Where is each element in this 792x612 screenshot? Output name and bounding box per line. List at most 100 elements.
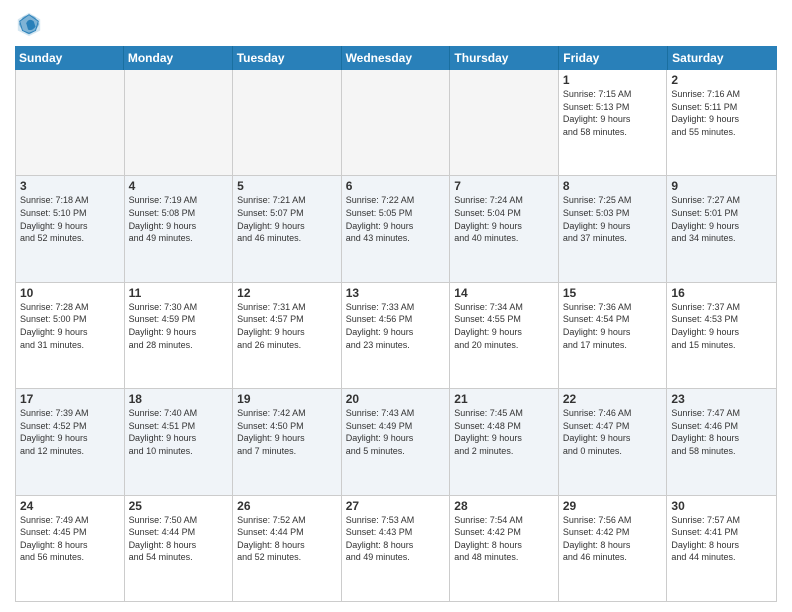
day-cell-26: 26Sunrise: 7:52 AMSunset: 4:44 PMDayligh… — [233, 496, 342, 601]
day-cell-30: 30Sunrise: 7:57 AMSunset: 4:41 PMDayligh… — [667, 496, 776, 601]
day-detail: Sunrise: 7:45 AMSunset: 4:48 PMDaylight:… — [454, 407, 554, 457]
day-detail: Sunrise: 7:22 AMSunset: 5:05 PMDaylight:… — [346, 194, 446, 244]
page: SundayMondayTuesdayWednesdayThursdayFrid… — [0, 0, 792, 612]
calendar-body-wrapper: 1Sunrise: 7:15 AMSunset: 5:13 PMDaylight… — [15, 70, 777, 602]
day-number: 18 — [129, 392, 229, 406]
day-cell-1: 1Sunrise: 7:15 AMSunset: 5:13 PMDaylight… — [559, 70, 668, 175]
day-detail: Sunrise: 7:54 AMSunset: 4:42 PMDaylight:… — [454, 514, 554, 564]
day-detail: Sunrise: 7:33 AMSunset: 4:56 PMDaylight:… — [346, 301, 446, 351]
header-day-tuesday: Tuesday — [233, 46, 342, 70]
day-cell-14: 14Sunrise: 7:34 AMSunset: 4:55 PMDayligh… — [450, 283, 559, 388]
day-detail: Sunrise: 7:34 AMSunset: 4:55 PMDaylight:… — [454, 301, 554, 351]
empty-cell — [233, 70, 342, 175]
day-cell-5: 5Sunrise: 7:21 AMSunset: 5:07 PMDaylight… — [233, 176, 342, 281]
day-cell-20: 20Sunrise: 7:43 AMSunset: 4:49 PMDayligh… — [342, 389, 451, 494]
day-number: 29 — [563, 499, 663, 513]
empty-cell — [342, 70, 451, 175]
day-detail: Sunrise: 7:40 AMSunset: 4:51 PMDaylight:… — [129, 407, 229, 457]
day-detail: Sunrise: 7:27 AMSunset: 5:01 PMDaylight:… — [671, 194, 772, 244]
day-number: 20 — [346, 392, 446, 406]
day-number: 1 — [563, 73, 663, 87]
day-number: 4 — [129, 179, 229, 193]
logo — [15, 10, 47, 38]
empty-cell — [16, 70, 125, 175]
day-number: 22 — [563, 392, 663, 406]
calendar: SundayMondayTuesdayWednesdayThursdayFrid… — [15, 46, 777, 602]
empty-cell — [125, 70, 234, 175]
day-number: 23 — [671, 392, 772, 406]
day-number: 14 — [454, 286, 554, 300]
day-detail: Sunrise: 7:16 AMSunset: 5:11 PMDaylight:… — [671, 88, 772, 138]
day-cell-28: 28Sunrise: 7:54 AMSunset: 4:42 PMDayligh… — [450, 496, 559, 601]
day-cell-19: 19Sunrise: 7:42 AMSunset: 4:50 PMDayligh… — [233, 389, 342, 494]
day-detail: Sunrise: 7:56 AMSunset: 4:42 PMDaylight:… — [563, 514, 663, 564]
day-number: 7 — [454, 179, 554, 193]
day-detail: Sunrise: 7:47 AMSunset: 4:46 PMDaylight:… — [671, 407, 772, 457]
day-cell-17: 17Sunrise: 7:39 AMSunset: 4:52 PMDayligh… — [16, 389, 125, 494]
day-detail: Sunrise: 7:19 AMSunset: 5:08 PMDaylight:… — [129, 194, 229, 244]
day-number: 19 — [237, 392, 337, 406]
day-cell-10: 10Sunrise: 7:28 AMSunset: 5:00 PMDayligh… — [16, 283, 125, 388]
day-cell-24: 24Sunrise: 7:49 AMSunset: 4:45 PMDayligh… — [16, 496, 125, 601]
day-detail: Sunrise: 7:18 AMSunset: 5:10 PMDaylight:… — [20, 194, 120, 244]
calendar-row-0: 1Sunrise: 7:15 AMSunset: 5:13 PMDaylight… — [16, 70, 776, 176]
day-cell-15: 15Sunrise: 7:36 AMSunset: 4:54 PMDayligh… — [559, 283, 668, 388]
day-detail: Sunrise: 7:37 AMSunset: 4:53 PMDaylight:… — [671, 301, 772, 351]
header-day-sunday: Sunday — [15, 46, 124, 70]
day-detail: Sunrise: 7:36 AMSunset: 4:54 PMDaylight:… — [563, 301, 663, 351]
day-cell-13: 13Sunrise: 7:33 AMSunset: 4:56 PMDayligh… — [342, 283, 451, 388]
calendar-row-4: 24Sunrise: 7:49 AMSunset: 4:45 PMDayligh… — [16, 496, 776, 601]
day-number: 27 — [346, 499, 446, 513]
day-detail: Sunrise: 7:31 AMSunset: 4:57 PMDaylight:… — [237, 301, 337, 351]
day-cell-11: 11Sunrise: 7:30 AMSunset: 4:59 PMDayligh… — [125, 283, 234, 388]
calendar-header: SundayMondayTuesdayWednesdayThursdayFrid… — [15, 46, 777, 70]
header-day-wednesday: Wednesday — [342, 46, 451, 70]
header-day-thursday: Thursday — [450, 46, 559, 70]
day-cell-23: 23Sunrise: 7:47 AMSunset: 4:46 PMDayligh… — [667, 389, 776, 494]
day-detail: Sunrise: 7:42 AMSunset: 4:50 PMDaylight:… — [237, 407, 337, 457]
calendar-row-1: 3Sunrise: 7:18 AMSunset: 5:10 PMDaylight… — [16, 176, 776, 282]
day-detail: Sunrise: 7:49 AMSunset: 4:45 PMDaylight:… — [20, 514, 120, 564]
day-cell-21: 21Sunrise: 7:45 AMSunset: 4:48 PMDayligh… — [450, 389, 559, 494]
day-number: 10 — [20, 286, 120, 300]
calendar-row-2: 10Sunrise: 7:28 AMSunset: 5:00 PMDayligh… — [16, 283, 776, 389]
day-number: 30 — [671, 499, 772, 513]
header — [15, 10, 777, 38]
day-number: 25 — [129, 499, 229, 513]
day-cell-3: 3Sunrise: 7:18 AMSunset: 5:10 PMDaylight… — [16, 176, 125, 281]
day-number: 28 — [454, 499, 554, 513]
day-number: 3 — [20, 179, 120, 193]
day-detail: Sunrise: 7:25 AMSunset: 5:03 PMDaylight:… — [563, 194, 663, 244]
day-detail: Sunrise: 7:46 AMSunset: 4:47 PMDaylight:… — [563, 407, 663, 457]
empty-cell — [450, 70, 559, 175]
day-cell-27: 27Sunrise: 7:53 AMSunset: 4:43 PMDayligh… — [342, 496, 451, 601]
day-cell-8: 8Sunrise: 7:25 AMSunset: 5:03 PMDaylight… — [559, 176, 668, 281]
day-number: 16 — [671, 286, 772, 300]
logo-icon — [15, 10, 43, 38]
day-number: 17 — [20, 392, 120, 406]
day-cell-18: 18Sunrise: 7:40 AMSunset: 4:51 PMDayligh… — [125, 389, 234, 494]
day-number: 21 — [454, 392, 554, 406]
day-number: 24 — [20, 499, 120, 513]
day-detail: Sunrise: 7:30 AMSunset: 4:59 PMDaylight:… — [129, 301, 229, 351]
day-detail: Sunrise: 7:21 AMSunset: 5:07 PMDaylight:… — [237, 194, 337, 244]
day-number: 8 — [563, 179, 663, 193]
day-number: 13 — [346, 286, 446, 300]
day-cell-25: 25Sunrise: 7:50 AMSunset: 4:44 PMDayligh… — [125, 496, 234, 601]
day-number: 6 — [346, 179, 446, 193]
day-number: 9 — [671, 179, 772, 193]
day-number: 15 — [563, 286, 663, 300]
header-day-monday: Monday — [124, 46, 233, 70]
calendar-row-3: 17Sunrise: 7:39 AMSunset: 4:52 PMDayligh… — [16, 389, 776, 495]
day-detail: Sunrise: 7:52 AMSunset: 4:44 PMDaylight:… — [237, 514, 337, 564]
day-cell-29: 29Sunrise: 7:56 AMSunset: 4:42 PMDayligh… — [559, 496, 668, 601]
day-number: 2 — [671, 73, 772, 87]
day-detail: Sunrise: 7:24 AMSunset: 5:04 PMDaylight:… — [454, 194, 554, 244]
day-number: 26 — [237, 499, 337, 513]
header-day-friday: Friday — [559, 46, 668, 70]
day-cell-2: 2Sunrise: 7:16 AMSunset: 5:11 PMDaylight… — [667, 70, 776, 175]
header-day-saturday: Saturday — [668, 46, 777, 70]
day-cell-4: 4Sunrise: 7:19 AMSunset: 5:08 PMDaylight… — [125, 176, 234, 281]
day-cell-12: 12Sunrise: 7:31 AMSunset: 4:57 PMDayligh… — [233, 283, 342, 388]
day-number: 5 — [237, 179, 337, 193]
